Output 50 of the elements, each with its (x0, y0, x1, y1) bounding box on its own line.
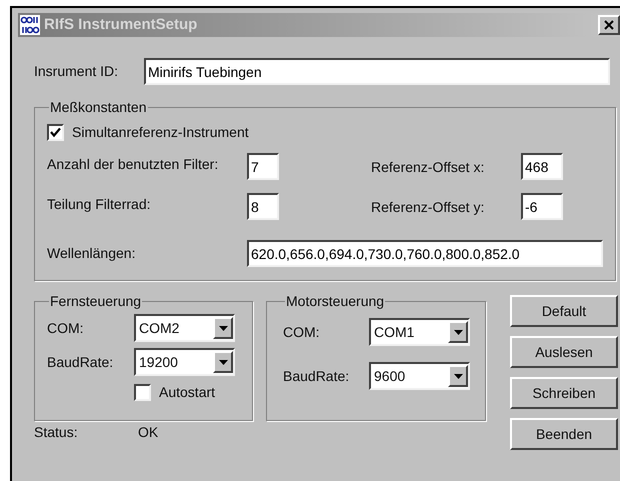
dropdown-value: COM2 (138, 318, 180, 338)
field-label: Wellenlängen: (47, 244, 136, 263)
app-icon (20, 15, 40, 35)
field-label: Insrument ID: (34, 62, 120, 81)
action-button[interactable]: Schreiben (510, 377, 618, 409)
close-button[interactable] (598, 15, 620, 35)
field-label: Referenz-Offset y: (371, 198, 486, 217)
dropdown-arrow-button[interactable] (448, 365, 468, 387)
action-button[interactable]: Default (510, 295, 618, 327)
text-field[interactable]: 8 (247, 193, 279, 220)
dropdown-value: 19200 (138, 352, 178, 372)
close-icon (604, 20, 614, 30)
dropdown-value: COM1 (373, 322, 414, 342)
caret-icon (218, 360, 228, 364)
group-title: Meßkonstanten (49, 98, 148, 117)
dropdown-arrow-button[interactable] (213, 351, 233, 373)
caret-icon (454, 330, 462, 334)
field-label: Anzahl der benutzten Filter: (47, 155, 220, 174)
text-field[interactable]: -6 (521, 193, 563, 220)
dropdown[interactable]: COM2 (134, 314, 235, 342)
field-label: Referenz-Offset x: (371, 158, 486, 177)
text-field[interactable]: 7 (247, 153, 279, 180)
group-title: Motorsteuerung (285, 292, 386, 311)
caret-icon (218, 326, 228, 330)
checkbox[interactable] (47, 124, 64, 141)
dropdown-value: 9600 (373, 366, 406, 386)
text-field[interactable]: Minirifs Tuebingen (144, 58, 610, 85)
checkbox-label: Autostart (159, 383, 216, 402)
text-field[interactable]: 620.0,656.0,694.0,730.0,760.0,800.0,852.0 (247, 240, 603, 267)
field-label: COM: (283, 322, 321, 342)
window-title: RIfS InstrumentSetup (44, 14, 198, 35)
caret-icon (454, 374, 462, 378)
action-button[interactable]: Beenden (510, 418, 618, 450)
dropdown[interactable]: 9600 (369, 362, 470, 390)
action-button[interactable]: Auslesen (510, 336, 618, 368)
checkbox-label: Simultanreferenz-Instrument (72, 123, 249, 142)
status-value: OK (138, 423, 158, 442)
dropdown[interactable]: COM1 (369, 318, 470, 346)
dropdown-arrow-button[interactable] (213, 317, 233, 339)
dropdown[interactable]: 19200 (134, 348, 235, 376)
dropdown-arrow-button[interactable] (448, 321, 468, 343)
field-label: COM: (47, 318, 85, 338)
check-icon (50, 127, 61, 138)
group-title: Fernsteuerung (49, 292, 142, 311)
field-label: BaudRate: (47, 352, 114, 372)
status-label: Status: (34, 423, 79, 442)
text-field[interactable]: 468 (521, 153, 563, 180)
checkbox[interactable] (134, 384, 151, 401)
field-label: Teilung Filterrad: (47, 195, 152, 214)
field-label: BaudRate: (283, 366, 350, 386)
